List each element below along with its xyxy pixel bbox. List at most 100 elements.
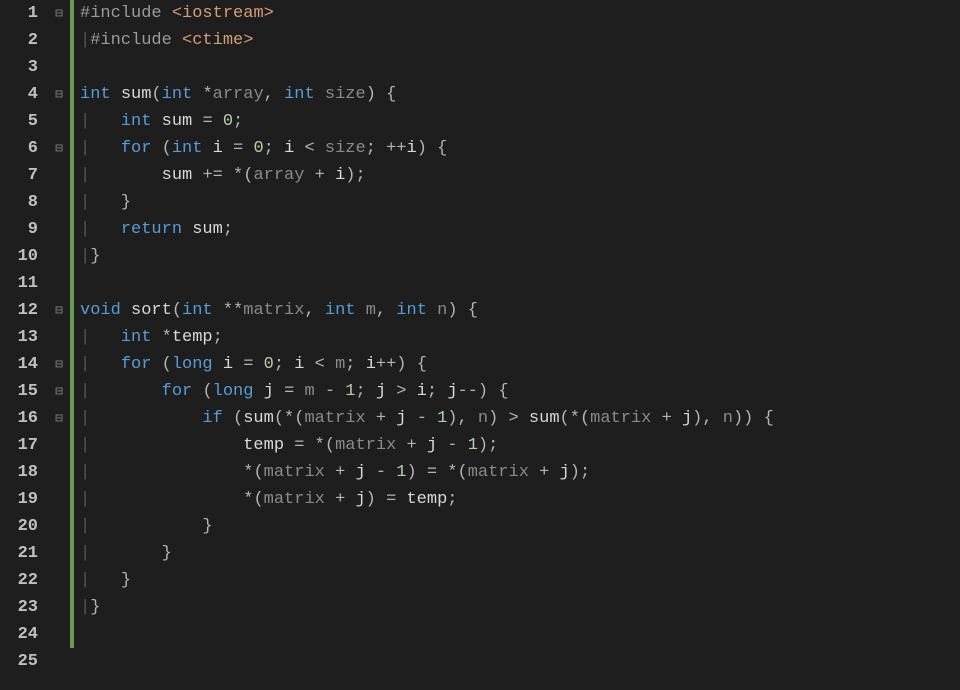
- token-fn: sort: [131, 301, 172, 320]
- token-kw: int: [284, 85, 315, 104]
- token-op: ++: [386, 139, 406, 158]
- code-line[interactable]: | for (long j = m - 1; j > i; j--) {: [80, 378, 960, 405]
- fold-marker: [48, 54, 70, 81]
- line-number: 18: [0, 459, 38, 486]
- token-kw: int: [80, 85, 111, 104]
- code-line[interactable]: | int sum = 0;: [80, 108, 960, 135]
- token-kw: int: [172, 139, 203, 158]
- token-op: =: [294, 436, 314, 455]
- token-num: 1: [437, 409, 447, 428]
- token-op: *: [447, 463, 457, 482]
- token-id: [315, 85, 325, 104]
- code-line[interactable]: | if (sum(*(matrix + j - 1), n) > sum(*(…: [80, 405, 960, 432]
- code-line[interactable]: |}: [80, 243, 960, 270]
- token-op: ,: [264, 85, 284, 104]
- code-editor[interactable]: 1234567891011121314151617181920212223242…: [0, 0, 960, 690]
- token-id: [315, 382, 325, 401]
- token-id: i: [202, 139, 233, 158]
- code-line[interactable]: | int *temp;: [80, 324, 960, 351]
- token-par: ): [366, 85, 386, 104]
- token-id: [529, 463, 539, 482]
- token-id: i: [417, 382, 427, 401]
- fold-marker[interactable]: ⊟: [48, 297, 70, 324]
- code-line[interactable]: [80, 54, 960, 81]
- code-line[interactable]: | for (long i = 0; i < m; i++) {: [80, 351, 960, 378]
- code-line[interactable]: | }: [80, 189, 960, 216]
- fold-marker[interactable]: ⊟: [48, 0, 70, 27]
- token-par: (: [162, 355, 172, 374]
- code-line[interactable]: #include <iostream>: [80, 0, 960, 27]
- token-par: (: [233, 409, 243, 428]
- token-g: matrix: [264, 490, 325, 509]
- token-vbar: |: [80, 166, 162, 185]
- token-g: n: [723, 409, 733, 428]
- code-line[interactable]: void sort(int **matrix, int m, int n) {: [80, 297, 960, 324]
- token-par: ): [345, 166, 355, 185]
- fold-column[interactable]: ⊟⊟⊟⊟⊟⊟⊟: [48, 0, 70, 690]
- token-op: ;: [345, 355, 365, 374]
- fold-marker[interactable]: ⊟: [48, 351, 70, 378]
- token-fn: sum: [529, 409, 560, 428]
- token-g: matrix: [468, 463, 529, 482]
- fold-marker: [48, 648, 70, 675]
- token-op: >: [396, 382, 416, 401]
- token-op: ;: [223, 220, 233, 239]
- code-line[interactable]: | for (int i = 0; i < size; ++i) {: [80, 135, 960, 162]
- code-line[interactable]: | sum += *(array + i);: [80, 162, 960, 189]
- token-op: ,: [458, 409, 478, 428]
- code-line[interactable]: | temp = *(matrix + j - 1);: [80, 432, 960, 459]
- token-g: matrix: [243, 301, 304, 320]
- token-vbar: |: [80, 463, 243, 482]
- fold-marker[interactable]: ⊟: [48, 135, 70, 162]
- token-pp: #include: [90, 31, 182, 50]
- token-kw: int: [182, 301, 213, 320]
- token-op: ;: [355, 382, 375, 401]
- token-op: *: [315, 436, 325, 455]
- code-line[interactable]: |#include <ctime>: [80, 27, 960, 54]
- token-kw: int: [162, 85, 193, 104]
- token-id: i: [213, 355, 244, 374]
- token-kw: int: [325, 301, 356, 320]
- token-par: }: [121, 193, 131, 212]
- token-op: ;: [366, 139, 386, 158]
- code-line[interactable]: int sum(int *array, int size) {: [80, 81, 960, 108]
- fold-marker: [48, 459, 70, 486]
- code-line[interactable]: [80, 270, 960, 297]
- token-vbar: |: [80, 139, 121, 158]
- code-line[interactable]: [80, 648, 960, 675]
- token-id: [111, 85, 121, 104]
- line-number-gutter: 1234567891011121314151617181920212223242…: [0, 0, 48, 690]
- token-par: (: [243, 166, 253, 185]
- line-number: 9: [0, 216, 38, 243]
- token-op: ,: [304, 301, 324, 320]
- token-par: ): [396, 355, 416, 374]
- code-line[interactable]: | return sum;: [80, 216, 960, 243]
- token-kw: for: [162, 382, 193, 401]
- code-line[interactable]: | }: [80, 567, 960, 594]
- fold-marker[interactable]: ⊟: [48, 378, 70, 405]
- code-line[interactable]: |}: [80, 594, 960, 621]
- code-line[interactable]: | *(matrix + j - 1) = *(matrix + j);: [80, 459, 960, 486]
- token-par: ): [447, 409, 457, 428]
- token-inc: <ctime>: [182, 31, 253, 50]
- token-g: m: [366, 301, 376, 320]
- fold-marker: [48, 216, 70, 243]
- token-id: i: [335, 166, 345, 185]
- code-line[interactable]: | *(matrix + j) = temp;: [80, 486, 960, 513]
- token-g: array: [213, 85, 264, 104]
- token-par: (: [560, 409, 570, 428]
- token-par: (: [294, 409, 304, 428]
- token-id: [192, 382, 202, 401]
- token-kw: int: [121, 328, 152, 347]
- token-op: --: [458, 382, 478, 401]
- line-number: 13: [0, 324, 38, 351]
- fold-marker: [48, 270, 70, 297]
- code-line[interactable]: | }: [80, 513, 960, 540]
- code-area[interactable]: #include <iostream>|#include <ctime>int …: [74, 0, 960, 690]
- fold-marker[interactable]: ⊟: [48, 81, 70, 108]
- code-line[interactable]: [80, 621, 960, 648]
- fold-marker[interactable]: ⊟: [48, 405, 70, 432]
- code-line[interactable]: | }: [80, 540, 960, 567]
- token-op: *: [233, 166, 243, 185]
- token-par: {: [764, 409, 774, 428]
